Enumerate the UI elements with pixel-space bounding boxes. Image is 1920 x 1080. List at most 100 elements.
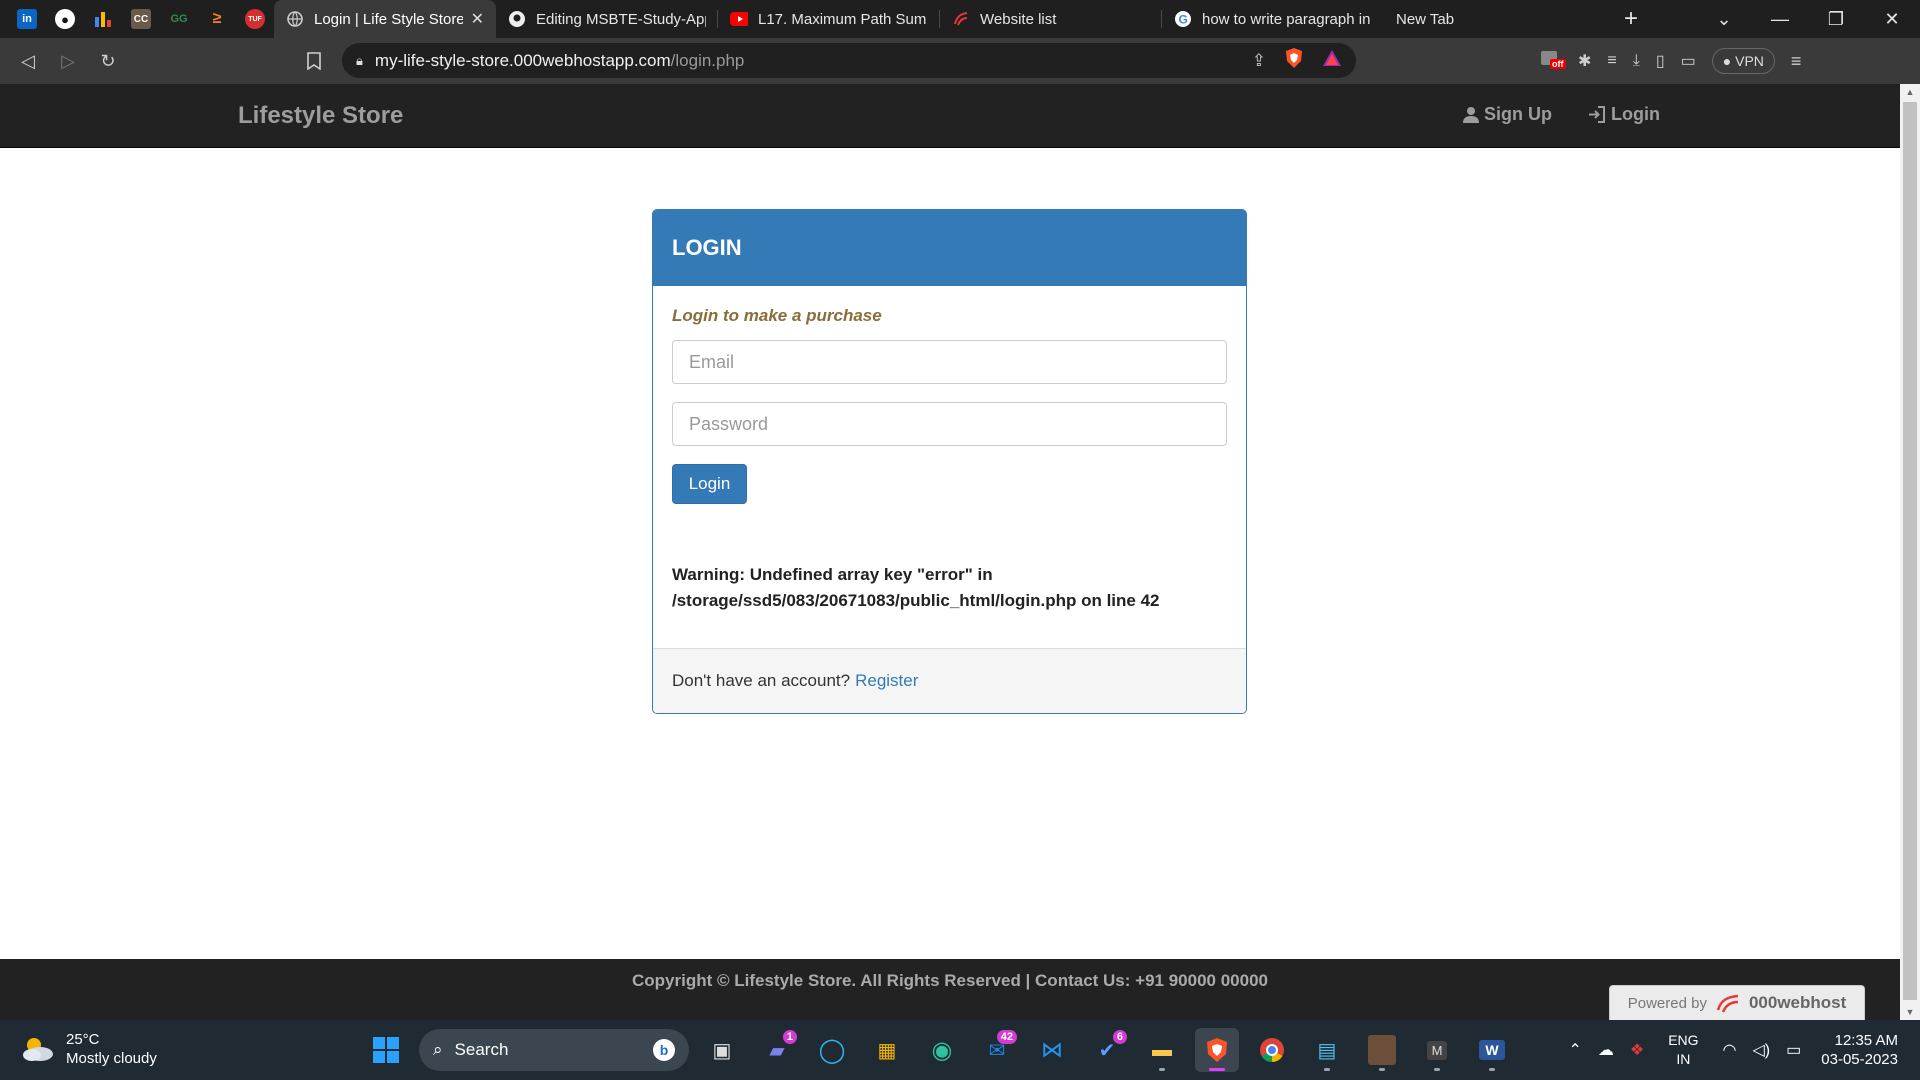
copyright-text: Copyright © Lifestyle Store. All Rights … (632, 971, 1268, 990)
nav-signup-link[interactable]: Sign Up (1463, 104, 1552, 125)
store-app[interactable]: ▦ (865, 1028, 909, 1072)
vscode-app[interactable]: ⋈ (1030, 1028, 1074, 1072)
tab-website-list[interactable]: Website list (940, 0, 1162, 38)
todo-check-icon: ✔ (1098, 1039, 1116, 1062)
weather-widget[interactable]: 25°C Mostly cloudy (20, 1030, 157, 1068)
system-tray: ⌃ ☁ ❖ ENG IN ◠ ◁) ▭ 12:35 AM 03-05-2023 (1560, 1020, 1920, 1080)
login-panel: LOGIN Login to make a purchase Email Pas… (652, 209, 1247, 714)
powered-by-brand: 000webhost (1748, 993, 1847, 1012)
clock[interactable]: 12:35 AM 03-05-2023 (1821, 1031, 1898, 1069)
language-indicator[interactable]: ENG IN (1668, 1031, 1698, 1069)
vpn-button[interactable]: ● VPN (1711, 48, 1775, 74)
brave-shield-icon[interactable] (1284, 47, 1304, 74)
start-button[interactable] (364, 1028, 408, 1072)
taskbar-search[interactable]: ⌕ Search b (419, 1029, 689, 1071)
email-field[interactable]: Email (672, 340, 1227, 384)
tab-title: Editing MSBTE-Study-App (536, 10, 706, 28)
close-window-button[interactable]: ✕ (1864, 0, 1920, 38)
pinned-tab-github[interactable]: ● (46, 0, 84, 38)
register-link[interactable]: Register (855, 671, 918, 691)
tab-login[interactable]: Login | Life Style Store ✕ (274, 0, 496, 38)
cortana-app[interactable]: ◯ (810, 1028, 854, 1072)
share-icon[interactable]: ⇪ (1252, 51, 1266, 71)
avatar (1368, 1035, 1396, 1065)
file-explorer-app[interactable]: ▬ (1140, 1028, 1184, 1072)
dropbox-icon[interactable]: ❖ (1630, 1040, 1644, 1060)
pinned-tab-cc[interactable]: CC (122, 0, 160, 38)
cortana-icon: ◯ (818, 1036, 846, 1064)
notepad-app[interactable]: ▤ (1305, 1028, 1349, 1072)
word-app[interactable]: W (1470, 1028, 1514, 1072)
pinned-tab-gfg[interactable]: GG (160, 0, 198, 38)
battery-icon[interactable]: ▭ (1786, 1040, 1801, 1060)
minimize-button[interactable]: — (1752, 0, 1808, 38)
wallet-icon[interactable]: ▭ (1681, 51, 1696, 71)
volume-icon[interactable]: ◁) (1753, 1040, 1771, 1060)
warning-line-1: Warning: Undefined array key "error" in (672, 565, 993, 584)
address-bar[interactable]: 🔒︎ my-life-style-store.000webhostapp.com… (342, 43, 1356, 78)
cloudy-weather-icon (20, 1034, 56, 1064)
chrome-app[interactable] (1250, 1028, 1294, 1072)
profile-photo-app[interactable] (1360, 1028, 1404, 1072)
login-button[interactable]: Login (672, 464, 747, 504)
extensions-puzzle-icon[interactable]: ✱ (1578, 51, 1591, 71)
reload-button[interactable]: ↻ (88, 41, 128, 81)
back-button[interactable]: ◁ (8, 41, 48, 81)
extension-off-badge: off (1550, 58, 1566, 69)
scroll-up-arrow[interactable]: ▲ (1900, 84, 1920, 100)
download-icon[interactable]: ⤓ (1633, 52, 1640, 70)
pinned-tabs: in ● CC GG ≥ TUF (0, 0, 274, 38)
vscode-icon: ⋈ (1041, 1037, 1063, 1062)
date: 03-05-2023 (1821, 1051, 1898, 1068)
site-brand[interactable]: Lifestyle Store (238, 102, 403, 130)
panel-footer: Don't have an account? Register (653, 648, 1246, 713)
store-icon: ▦ (877, 1039, 897, 1062)
search-icon: ⌕ (433, 1040, 443, 1059)
nav-login-link[interactable]: Login (1588, 104, 1660, 125)
tab-title: L17. Maximum Path Sum i (758, 10, 928, 28)
tab-github-editing[interactable]: Editing MSBTE-Study-App (496, 0, 718, 38)
tab-title: Login | Life Style Store (314, 10, 463, 28)
mail-app[interactable]: ✉ 42 (975, 1028, 1019, 1072)
todo-badge: 6 (1112, 1030, 1127, 1044)
brave-app[interactable] (1195, 1028, 1239, 1072)
chevron-up-icon[interactable]: ⌃ (1568, 1040, 1581, 1060)
close-icon[interactable]: ✕ (471, 9, 484, 29)
pinned-tab-stack[interactable]: ≥ (198, 0, 236, 38)
tab-new-tab[interactable]: New Tab (1384, 0, 1606, 38)
password-field[interactable]: Password (672, 402, 1227, 446)
wifi-icon[interactable]: ◠ (1723, 1040, 1737, 1060)
login-subtitle: Login to make a purchase (672, 306, 882, 325)
pinned-tab-tuf[interactable]: TUF (236, 0, 274, 38)
extension-off-icon[interactable]: off (1540, 49, 1566, 74)
todo-app[interactable]: ✔ 6 (1085, 1028, 1129, 1072)
pinned-tab-linkedin[interactable]: in (8, 0, 46, 38)
brave-rewards-icon[interactable] (1322, 49, 1342, 72)
pinned-tab-analytics[interactable] (84, 0, 122, 38)
powered-by-badge[interactable]: Powered by 000webhost (1609, 985, 1865, 1020)
gmail-app[interactable]: M (1415, 1028, 1459, 1072)
forward-button[interactable]: ▷ (48, 41, 88, 81)
edge-app[interactable]: ◉ (920, 1028, 964, 1072)
onedrive-cloud-icon[interactable]: ☁ (1598, 1040, 1614, 1060)
tab-google-search[interactable]: G how to write paragraph in (1162, 0, 1384, 38)
time: 12:35 AM (1834, 1032, 1898, 1049)
url-path: /login.php (670, 50, 745, 70)
gmail-icon: M (1426, 1040, 1448, 1060)
web-page: Lifestyle Store Sign Up Login LOGIN Logi… (0, 84, 1900, 1020)
weather-description: Mostly cloudy (66, 1050, 157, 1067)
tab-search-chevron-icon[interactable]: ⌄ (1696, 0, 1752, 38)
tab-youtube[interactable]: L17. Maximum Path Sum i (718, 0, 940, 38)
new-tab-button[interactable]: + (1606, 0, 1656, 38)
gfg-icon: GG (170, 13, 188, 25)
scroll-down-arrow[interactable]: ▼ (1900, 1004, 1920, 1020)
restore-button[interactable]: ❐ (1808, 0, 1864, 38)
playlist-icon[interactable]: ≡ (1607, 52, 1616, 70)
sidebar-icon[interactable]: ▯ (1656, 51, 1665, 71)
teams-chat-app[interactable]: ▰ 1 (755, 1028, 799, 1072)
page-scrollbar[interactable]: ▲ ▼ (1900, 84, 1920, 1020)
bookmark-icon[interactable] (294, 41, 334, 81)
task-view-button[interactable]: ▣ (700, 1028, 744, 1072)
menu-icon[interactable]: ≡ (1791, 51, 1802, 72)
scrollbar-thumb[interactable] (1903, 102, 1917, 1000)
